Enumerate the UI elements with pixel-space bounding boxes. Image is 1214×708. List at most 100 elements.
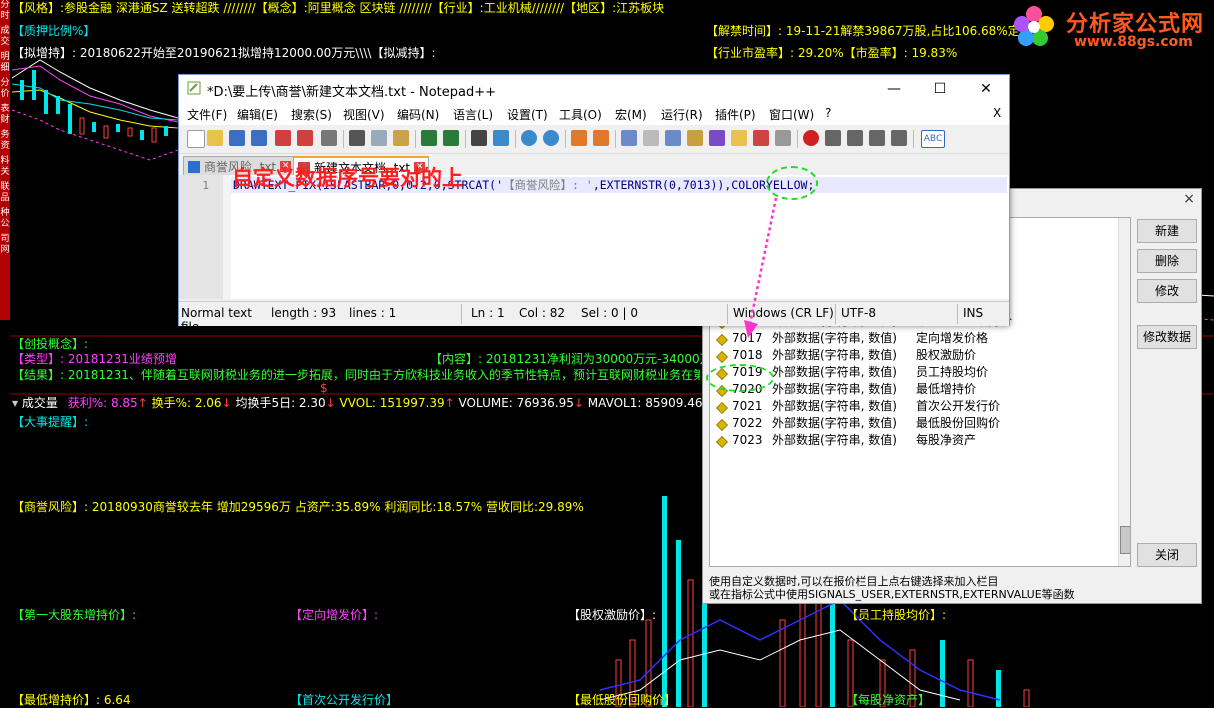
cut-icon[interactable] [349, 130, 365, 146]
site-logo: 分析家公式网 www.88gs.com [1012, 2, 1212, 52]
dialog-close-icon[interactable]: × [1183, 191, 1195, 207]
list-item[interactable]: 7020 外部数据(字符串, 数值) 最低增持价 [710, 381, 1122, 398]
folder-workspace-icon[interactable] [753, 130, 769, 146]
maximize-button[interactable]: ☐ [917, 75, 963, 103]
item-name: 每股净资产 [916, 433, 977, 447]
run-macro-multiple-icon[interactable] [869, 130, 885, 146]
item-type: 外部数据(字符串, 数值) [772, 382, 897, 396]
equity-incentive-price: 【股权激励价】: [568, 608, 657, 622]
menu-edit[interactable]: 编辑(E) [237, 106, 278, 123]
logo-url: www.88gs.com [1074, 34, 1193, 50]
new-file-icon[interactable] [187, 130, 205, 148]
volume-value: VOLUME: 76936.95 [458, 396, 574, 410]
find-icon[interactable] [471, 130, 487, 146]
status-col: Col : 82 [519, 306, 565, 320]
item-type: 外部数据(字符串, 数值) [772, 331, 897, 345]
menu-macro[interactable]: 宏(M) [615, 106, 647, 123]
record-macro-icon[interactable] [803, 130, 819, 146]
list-item[interactable]: 7022 外部数据(字符串, 数值) 最低股份回购价 [710, 415, 1122, 432]
redo-icon[interactable] [443, 130, 459, 146]
list-scrollbar[interactable] [1118, 218, 1130, 566]
close-all-icon[interactable] [297, 130, 313, 146]
item-number: 7023 [732, 433, 763, 447]
save-icon[interactable] [229, 130, 245, 146]
employee-holding-price: 【员工持股均价】: [846, 608, 947, 622]
menu-tools[interactable]: 工具(O) [559, 106, 602, 123]
menu-run[interactable]: 运行(R) [661, 106, 703, 123]
left-vertical-toolbar[interactable]: 分时成交明细分价表财务资料关联品种公司网 [0, 0, 10, 320]
editor-area[interactable]: 1 DRAWTEXT_FIX(ISLASTBAR,0,0.2,0,STRCAT(… [179, 175, 1009, 299]
industry-pe-row: 【行业市盈率】: 29.20%【市盈率】: 19.83% [706, 46, 958, 60]
close-file-icon[interactable] [275, 130, 291, 146]
paste-icon[interactable] [393, 130, 409, 146]
list-item[interactable]: 7018 外部数据(字符串, 数值) 股权激励价 [710, 347, 1122, 364]
function-list-icon[interactable] [731, 130, 747, 146]
menu-settings[interactable]: 设置(T) [507, 106, 548, 123]
volume-expand-icon[interactable]: ▾ [12, 396, 22, 410]
list-item[interactable]: 7021 外部数据(字符串, 数值) 首次公开发行价 [710, 398, 1122, 415]
item-name: 股权激励价 [916, 348, 977, 362]
result-row: 【结果】: 20181231、伴随着互联网财税业务的进一步拓展，同时由于方欣科技… [12, 368, 700, 382]
dialog-help-line2: 或在指标公式中使用SIGNALS_USER,EXTERNSTR,EXTERNVA… [709, 588, 1075, 601]
status-sel: Sel : 0 | 0 [581, 306, 638, 320]
modify-data-button[interactable]: 修改数据 [1137, 325, 1197, 349]
new-button[interactable]: 新建 [1137, 219, 1197, 243]
indent-guide-icon[interactable] [665, 130, 681, 146]
left-bar-glyph: 务 [0, 130, 10, 140]
left-bar-glyph: 联 [0, 182, 10, 192]
list-item[interactable]: 7023 外部数据(字符串, 数值) 每股净资产 [710, 432, 1122, 449]
stop-macro-icon[interactable] [825, 130, 841, 146]
left-bar-glyph: 细 [0, 63, 10, 73]
replace-icon[interactable] [493, 130, 509, 146]
vvol-value: VVOL: 151997.39 [339, 396, 445, 410]
udl-icon[interactable] [687, 130, 703, 146]
save-macro-icon[interactable] [891, 130, 907, 146]
play-macro-icon[interactable] [847, 130, 863, 146]
undo-icon[interactable] [421, 130, 437, 146]
delete-button[interactable]: 删除 [1137, 249, 1197, 273]
candlestick-lines [11, 59, 179, 161]
word-wrap-icon[interactable] [621, 130, 637, 146]
menu-file[interactable]: 文件(F) [187, 106, 227, 123]
red-annotation: 自定义数据序号要对的上 [232, 166, 463, 190]
goodwill-risk-row: 【商誉风险】: 20180930商誉较去年 增加29596万 占资产:35.89… [12, 500, 584, 514]
save-all-icon[interactable] [251, 130, 267, 146]
menu-encoding[interactable]: 编码(N) [397, 106, 439, 123]
line-number-gutter: 1 [179, 175, 223, 299]
sync-v-icon[interactable] [571, 130, 587, 146]
menu-language[interactable]: 语言(L) [453, 106, 493, 123]
left-bar-glyph: 司 [0, 234, 10, 244]
menu-plugins[interactable]: 插件(P) [715, 106, 756, 123]
zoom-in-icon[interactable] [521, 130, 537, 146]
modify-button[interactable]: 修改 [1137, 279, 1197, 303]
menu-view[interactable]: 视图(V) [343, 106, 385, 123]
status-file-type: Normal text file [181, 306, 252, 334]
menu-search[interactable]: 搜索(S) [291, 106, 332, 123]
menu-help[interactable]: ? [825, 106, 831, 120]
doc-map-icon[interactable] [709, 130, 725, 146]
minimize-button[interactable]: — [871, 75, 917, 103]
show-all-chars-icon[interactable] [643, 130, 659, 146]
code-string: 【商誉风险】: ' [503, 178, 593, 192]
close-window-button[interactable]: ✕ [963, 75, 1009, 103]
window-title-bar[interactable]: *D:\要上传\商誉\新建文本文档.txt - Notepad++ — ☐ ✕ [179, 75, 1009, 103]
open-file-icon[interactable] [207, 130, 223, 146]
left-bar-glyph: 品 [0, 193, 10, 203]
spellcheck-icon[interactable]: ABC [921, 130, 945, 148]
copy-icon[interactable] [371, 130, 387, 146]
volume-indicator-bar: ▾ 成交量 获利%: 8.85↑ 换手%: 2.06↓ 均换手5日: 2.30↓… [12, 395, 735, 411]
monitoring-icon[interactable] [775, 130, 791, 146]
print-icon[interactable] [321, 130, 337, 146]
close-button[interactable]: 关闭 [1137, 543, 1197, 567]
menu-close-doc[interactable]: X [993, 106, 1001, 120]
item-name: 最低股份回购价 [916, 416, 1001, 430]
volume-title: 成交量 [21, 396, 58, 410]
mavol1-value: MAVOL1: 85909.46 [587, 396, 703, 410]
sync-h-icon[interactable] [593, 130, 609, 146]
status-length: length : 93 [271, 306, 337, 320]
menu-window[interactable]: 窗口(W) [769, 106, 814, 123]
scrollbar-thumb[interactable] [1120, 526, 1130, 554]
item-name: 员工持股均价 [916, 365, 989, 379]
left-bar-glyph: 表 [0, 104, 10, 114]
zoom-out-icon[interactable] [543, 130, 559, 146]
